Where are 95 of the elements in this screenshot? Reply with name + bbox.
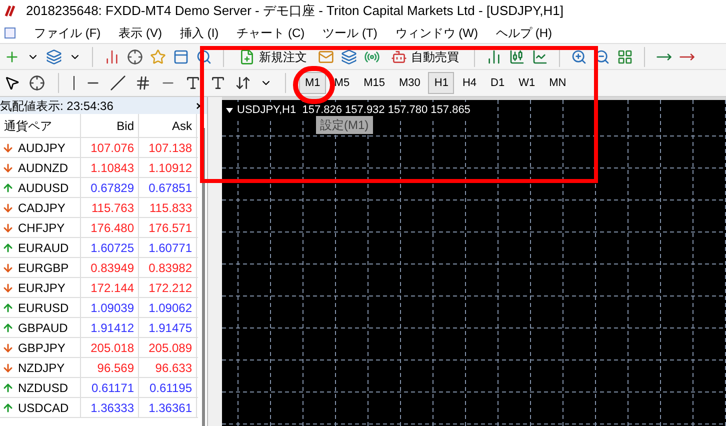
new-chart-icon[interactable] (4, 48, 20, 64)
menu-item[interactable]: チャート (C) (236, 24, 305, 42)
bid-cell: 1.60725 (81, 238, 139, 257)
symbol-cell[interactable]: AUDUSD (18, 178, 69, 196)
menu-item[interactable]: ファイル (F) (34, 24, 101, 42)
auto-trading-button[interactable]: 自動売買 (387, 48, 463, 66)
panel-title: 気配値表示: 23:54:36 (0, 98, 114, 114)
ask-cell: 172.212 (139, 278, 197, 297)
trend-line-icon[interactable] (110, 75, 126, 91)
bid-cell: 96.569 (81, 358, 139, 377)
app-logo-icon (4, 4, 18, 18)
bid-cell: 1.91412 (81, 318, 139, 337)
symbol-cell[interactable]: EURAUD (18, 238, 69, 256)
arrows-icon[interactable] (235, 75, 251, 91)
timeframe-button[interactable]: H1 (428, 72, 454, 94)
menu-item[interactable]: ツール (T) (322, 24, 378, 42)
ask-cell: 0.83982 (139, 258, 197, 277)
bid-cell: 0.61171 (81, 378, 139, 397)
scrollbar-track[interactable] (202, 128, 205, 426)
tooltip: 設定(M1) (316, 116, 373, 134)
menu-item[interactable]: 挿入 (I) (180, 24, 219, 42)
bid-cell: 172.144 (81, 278, 139, 297)
signal-icon[interactable] (364, 48, 380, 64)
envelope-icon[interactable] (318, 48, 334, 64)
symbol-cell[interactable]: AUDNZD (18, 158, 68, 176)
bid-cell: 1.36333 (81, 398, 139, 417)
window-title: 2018235648: FXDD-MT4 Demo Server - デモ口座 - Triton Capital Markets Ltd - [USDJPY,H1] (26, 2, 564, 20)
ask-cell: 1.10912 (139, 158, 197, 177)
bar-chart-icon[interactable] (486, 48, 502, 64)
bid-cell: 176.480 (81, 218, 139, 237)
symbol-cell[interactable]: NZDUSD (18, 378, 68, 396)
tile-windows-icon[interactable] (617, 48, 633, 64)
timeframe-button[interactable]: W1 (512, 72, 542, 94)
channel-icon[interactable] (135, 75, 151, 91)
ask-cell: 176.571 (139, 218, 197, 237)
bid-cell: 107.076 (81, 138, 139, 157)
robot-icon (391, 48, 407, 64)
new-order-button[interactable]: 新規注文 (235, 48, 311, 66)
bid-cell: 115.763 (81, 198, 139, 217)
candlestick-icon[interactable] (509, 48, 525, 64)
symbol-cell[interactable]: AUDJPY (18, 138, 66, 156)
bid-cell: 0.67829 (81, 178, 139, 197)
menu-item[interactable]: 表示 (V) (118, 24, 162, 42)
vertical-line-icon[interactable] (72, 76, 76, 90)
timeframe-button[interactable]: MN (543, 72, 572, 94)
timeframe-button[interactable]: M1 (299, 72, 326, 94)
bid-cell: 1.09039 (81, 298, 139, 317)
bid-cell: 0.83949 (81, 258, 139, 277)
ask-cell: 0.61195 (139, 378, 197, 397)
symbol-cell[interactable]: CHFJPY (18, 218, 65, 236)
new-order-icon (239, 48, 255, 64)
timeframe-button[interactable]: D1 (484, 72, 511, 94)
ask-cell: 205.089 (139, 338, 197, 357)
timeframe-button[interactable]: M5 (328, 72, 356, 94)
chart-header: USDJPY,H1 157.826 157.932 157.780 157.865 (237, 102, 470, 118)
ask-cell: 1.60771 (139, 238, 197, 257)
symbol-cell[interactable]: USDCAD (18, 398, 69, 416)
symbol-cell[interactable]: CADJPY (18, 198, 66, 216)
ask-cell: 115.833 (139, 198, 197, 217)
cursor-icon[interactable] (4, 75, 20, 91)
bid-cell: 1.10843 (81, 158, 139, 177)
magnifier-icon[interactable] (196, 48, 212, 64)
symbol-cell[interactable]: EURUSD (18, 298, 69, 316)
text-label-icon[interactable] (210, 75, 226, 91)
crosshair-icon[interactable] (29, 75, 45, 91)
stack-icon[interactable] (341, 48, 357, 64)
ask-cell: 1.09062 (139, 298, 197, 317)
column-header[interactable]: 通貨ペア (0, 114, 81, 137)
document-icon[interactable] (4, 26, 16, 38)
timeframe-button[interactable]: M15 (358, 72, 391, 94)
ask-cell: 1.91475 (139, 318, 197, 337)
symbol-cell[interactable]: EURJPY (18, 278, 66, 296)
crosshair-icon[interactable] (127, 48, 143, 64)
profiles-icon[interactable] (46, 48, 62, 64)
symbol-cell[interactable]: EURGBP (18, 258, 69, 276)
symbol-cell[interactable]: GBPJPY (18, 338, 66, 356)
dropdown-triangle-icon[interactable] (226, 108, 233, 113)
symbol-cell[interactable]: GBPAUD (18, 318, 68, 336)
column-header[interactable]: Bid (81, 114, 139, 137)
timeframe-button[interactable]: M30 (392, 72, 426, 94)
menu-item[interactable]: ウィンドウ (W) (395, 24, 478, 42)
panel-icon[interactable] (173, 48, 189, 64)
bid-cell: 205.018 (81, 338, 139, 357)
star-folder-icon[interactable] (150, 48, 166, 64)
line-chart-icon[interactable] (532, 48, 548, 64)
ask-cell: 1.36361 (139, 398, 197, 417)
ask-cell: 96.633 (139, 358, 197, 377)
timeframe-button[interactable]: H4 (456, 72, 482, 94)
ask-cell: 0.67851 (139, 178, 197, 197)
ask-cell: 107.138 (139, 138, 197, 157)
text-icon[interactable] (185, 75, 201, 91)
menu-item[interactable]: ヘルプ (H) (496, 24, 552, 42)
column-header[interactable]: Ask (139, 114, 197, 137)
zoom-in-icon[interactable] (571, 48, 587, 64)
symbol-cell[interactable]: NZDJPY (18, 358, 65, 376)
